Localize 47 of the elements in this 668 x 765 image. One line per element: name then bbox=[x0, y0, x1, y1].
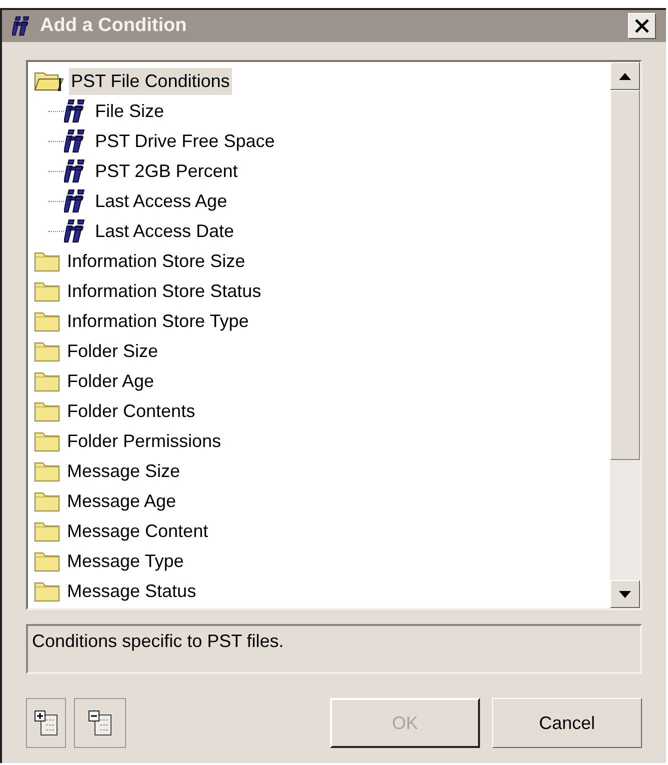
folder-icon bbox=[34, 460, 60, 482]
if-icon bbox=[12, 15, 32, 37]
tree-item[interactable]: Folder Permissions bbox=[65, 428, 224, 454]
folder-icon bbox=[34, 580, 60, 602]
tree-item[interactable]: Message Size bbox=[65, 458, 182, 484]
tree-item[interactable]: Last Access Date bbox=[93, 218, 236, 244]
tree-item[interactable]: Last Access Age bbox=[93, 188, 230, 214]
collapse-all-button[interactable] bbox=[74, 698, 126, 748]
expand-tree-icon bbox=[32, 709, 60, 737]
folder-icon bbox=[34, 400, 60, 422]
open-folder-icon bbox=[34, 70, 64, 92]
tree-item[interactable]: Message Content bbox=[65, 518, 210, 544]
collapse-tree-icon bbox=[86, 709, 114, 737]
folder-icon bbox=[34, 310, 60, 332]
folder-icon bbox=[34, 550, 60, 572]
tree-item[interactable]: Message Status bbox=[65, 578, 198, 604]
tree-item[interactable]: PST 2GB Percent bbox=[93, 158, 240, 184]
tree-item[interactable]: Folder Size bbox=[65, 338, 160, 364]
folder-icon bbox=[34, 520, 60, 542]
tree-item[interactable]: File Size bbox=[93, 98, 166, 124]
folder-icon bbox=[34, 250, 60, 272]
tree-item[interactable]: Information Store Size bbox=[65, 248, 248, 274]
folder-icon bbox=[34, 370, 60, 392]
tree-item[interactable]: PST File Conditions bbox=[69, 68, 232, 94]
folder-icon bbox=[34, 280, 60, 302]
scroll-thumb[interactable] bbox=[610, 90, 640, 460]
window-title: Add a Condition bbox=[40, 14, 187, 38]
description-text: Conditions specific to PST files. bbox=[32, 631, 284, 651]
close-button[interactable] bbox=[628, 13, 656, 39]
tree-item[interactable]: Folder Age bbox=[65, 368, 156, 394]
tree-item[interactable]: Message Age bbox=[65, 488, 178, 514]
scroll-up-button[interactable] bbox=[610, 62, 640, 90]
expand-all-button[interactable] bbox=[26, 698, 66, 748]
tree-item[interactable]: PST Drive Free Space bbox=[93, 128, 277, 154]
tree-item[interactable]: Message Type bbox=[65, 548, 186, 574]
tree-item[interactable]: Information Store Type bbox=[65, 308, 251, 334]
down-arrow-icon bbox=[619, 590, 631, 598]
close-icon bbox=[635, 19, 649, 33]
tree-item[interactable]: Information Store Status bbox=[65, 278, 264, 304]
folder-icon bbox=[34, 340, 60, 362]
scrollbar[interactable] bbox=[610, 62, 640, 608]
folder-icon bbox=[34, 490, 60, 512]
folder-icon bbox=[34, 430, 60, 452]
tree-item[interactable]: Folder Contents bbox=[65, 398, 198, 424]
up-arrow-icon bbox=[619, 72, 631, 80]
cancel-button[interactable]: Cancel bbox=[492, 698, 642, 748]
scroll-down-button[interactable] bbox=[610, 580, 640, 608]
